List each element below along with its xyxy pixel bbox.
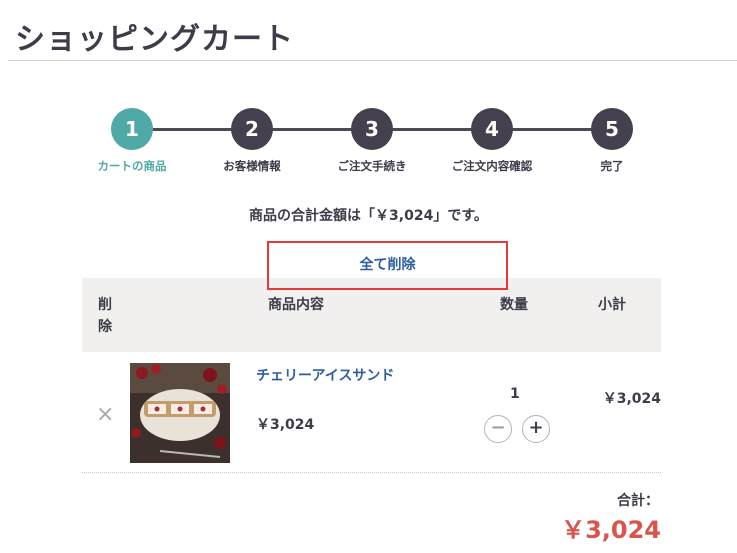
quantity-decrease-button[interactable]: −: [484, 415, 512, 443]
checkout-steps: 1 カートの商品 2 お客様情報 3 ご注文手続き 4 ご注文内容確認 5 完了: [0, 108, 737, 178]
step-5-label: 完了: [600, 159, 624, 173]
step-1: 1 カートの商品: [72, 108, 192, 174]
quantity-increase-button[interactable]: +: [522, 415, 550, 443]
header-quantity: 数量: [500, 297, 528, 313]
product-name-link[interactable]: チェリーアイスサンド: [256, 366, 406, 386]
header-subtotal: 小計: [598, 297, 626, 313]
remove-item-icon[interactable]: ×: [96, 402, 114, 427]
quantity-value: 1: [510, 386, 520, 402]
total-value: ￥3,024: [561, 516, 661, 544]
row-subtotal: ￥3,024: [602, 391, 661, 407]
header-item: 商品内容: [268, 297, 324, 313]
title-divider: [8, 60, 737, 61]
step-4: 4 ご注文内容確認: [432, 108, 552, 174]
step-3-label: ご注文手続き: [337, 159, 407, 173]
step-2: 2 お客様情報: [192, 108, 312, 174]
step-2-number: 2: [231, 108, 273, 150]
step-1-label: カートの商品: [97, 159, 167, 173]
product-unit-price: ￥3,024: [256, 417, 315, 433]
product-image[interactable]: [130, 363, 230, 463]
total-label: 合計：: [617, 493, 659, 509]
delete-all-button[interactable]: 全て削除: [267, 241, 508, 290]
step-1-number: 1: [111, 108, 153, 150]
page-title: ショッピングカート: [15, 22, 294, 57]
header-remove: 削除: [98, 297, 112, 335]
step-4-number: 4: [471, 108, 513, 150]
step-5: 5 完了: [552, 108, 672, 174]
step-2-label: お客様情報: [223, 159, 281, 173]
table-row: × チェリーアイスサンド ￥3,024 1 − + ￥3,024: [82, 352, 661, 473]
step-5-number: 5: [591, 108, 633, 150]
step-4-label: ご注文内容確認: [451, 159, 533, 173]
cart-total-message: 商品の合計金額は「￥3,024」です。: [249, 208, 488, 224]
step-3-number: 3: [351, 108, 393, 150]
step-3: 3 ご注文手続き: [312, 108, 432, 174]
